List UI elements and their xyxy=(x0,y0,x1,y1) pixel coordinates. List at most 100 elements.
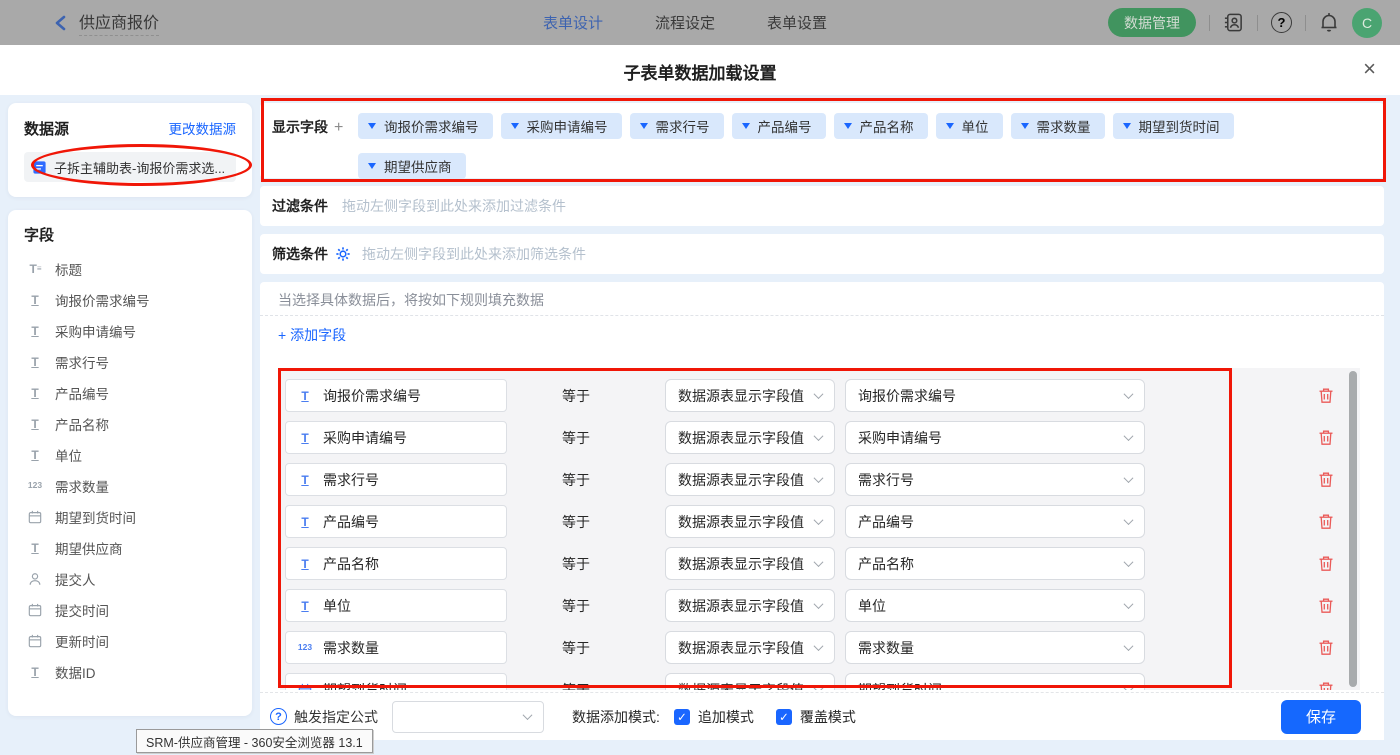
delete-row-icon[interactable] xyxy=(1318,513,1334,530)
rule-field-box[interactable]: 123 需求数量 xyxy=(285,631,507,664)
rule-field-box[interactable]: 期望到货时间 xyxy=(285,673,507,690)
display-field-chip[interactable]: 询报价需求编号 xyxy=(358,113,493,139)
form-doc-icon xyxy=(32,160,47,175)
rule-field-label: 单位 xyxy=(323,596,351,616)
display-field-chip[interactable]: 采购申请编号 xyxy=(501,113,622,139)
rule-source-select[interactable]: 数据源表显示字段值 xyxy=(665,589,835,622)
display-field-chip[interactable]: 期望供应商 xyxy=(358,153,466,179)
text-field-icon: T xyxy=(296,558,314,570)
delete-row-icon[interactable] xyxy=(1318,387,1334,404)
rule-field-box[interactable]: T 单位 xyxy=(285,589,507,622)
field-list-item[interactable]: T 单位 xyxy=(8,439,252,470)
chevron-down-icon xyxy=(523,710,533,720)
chevron-down-icon xyxy=(814,473,824,483)
delete-row-icon[interactable] xyxy=(1318,597,1334,614)
gear-icon[interactable] xyxy=(336,247,350,261)
rule-target-select[interactable]: 产品编号 xyxy=(845,505,1145,538)
rule-source-select[interactable]: 数据源表显示字段值 xyxy=(665,379,835,412)
delete-row-icon[interactable] xyxy=(1318,429,1334,446)
override-mode-label: 覆盖模式 xyxy=(800,707,856,727)
field-list-item[interactable]: T 产品名称 xyxy=(8,408,252,439)
close-icon[interactable]: × xyxy=(1363,55,1376,83)
rule-row: T 采购申请编号 等于 数据源表显示字段值 采购申请编号 xyxy=(285,421,1360,454)
field-list-item[interactable]: T 产品编号 xyxy=(8,377,252,408)
chevron-down-icon xyxy=(1124,641,1134,651)
rule-source-select[interactable]: 数据源表显示字段值 xyxy=(665,547,835,580)
rules-hint: 当选择具体数据后，将按如下规则填充数据 xyxy=(278,290,544,310)
rule-source-select[interactable]: 数据源表显示字段值 xyxy=(665,463,835,496)
field-list-item[interactable]: 期望到货时间 xyxy=(8,501,252,532)
filter-condition-panel[interactable]: 过滤条件 拖动左侧字段到此处来添加过滤条件 xyxy=(260,186,1384,226)
rule-field-box[interactable]: T 询报价需求编号 xyxy=(285,379,507,412)
rule-target-select[interactable]: 产品名称 xyxy=(845,547,1145,580)
notification-bell-icon[interactable] xyxy=(1319,12,1339,33)
field-list-item[interactable]: T 询报价需求编号 xyxy=(8,284,252,315)
rule-field-box[interactable]: T 产品名称 xyxy=(285,547,507,580)
rule-target-select[interactable]: 采购申请编号 xyxy=(845,421,1145,454)
display-field-chip[interactable]: 产品编号 xyxy=(732,113,826,139)
data-manage-button[interactable]: 数据管理 xyxy=(1108,8,1196,37)
add-field-link[interactable]: + 添加字段 xyxy=(278,325,346,345)
rule-target-select[interactable]: 需求行号 xyxy=(845,463,1145,496)
screen-condition-panel[interactable]: 筛选条件 拖动左侧字段到此处来添加筛选条件 xyxy=(260,234,1384,274)
display-field-chip[interactable]: 需求数量 xyxy=(1011,113,1105,139)
formula-label: 触发指定公式 xyxy=(294,707,378,727)
display-field-chip[interactable]: 单位 xyxy=(936,113,1003,139)
field-label: 更新时间 xyxy=(55,631,109,651)
tab-form-setting[interactable]: 表单设置 xyxy=(767,12,827,33)
delete-row-icon[interactable] xyxy=(1318,471,1334,488)
formula-help-icon[interactable]: ? xyxy=(270,708,287,725)
append-mode-checkbox[interactable]: ✓ xyxy=(674,709,690,725)
form-name[interactable]: 供应商报价 xyxy=(79,9,159,36)
display-field-chip[interactable]: 产品名称 xyxy=(834,113,928,139)
formula-select[interactable] xyxy=(392,701,544,733)
delete-row-icon[interactable] xyxy=(1318,555,1334,572)
address-book-icon[interactable] xyxy=(1223,12,1244,33)
rule-source-select[interactable]: 数据源表显示字段值 xyxy=(665,631,835,664)
rule-target-select[interactable]: 需求数量 xyxy=(845,631,1145,664)
rule-row: 123 需求数量 等于 数据源表显示字段值 需求数量 xyxy=(285,631,1360,664)
override-mode-checkbox[interactable]: ✓ xyxy=(776,709,792,725)
rule-source-select[interactable]: 数据源表显示字段值 xyxy=(665,505,835,538)
rule-field-label: 期望到货时间 xyxy=(323,680,407,691)
rule-target-select[interactable]: 期望到货时间 xyxy=(845,673,1145,690)
field-list-item[interactable]: T 需求行号 xyxy=(8,346,252,377)
caret-down-icon xyxy=(368,163,376,169)
scrollbar-thumb[interactable] xyxy=(1349,371,1357,687)
display-field-chip[interactable]: 期望到货时间 xyxy=(1113,113,1234,139)
field-label: 期望供应商 xyxy=(55,538,123,558)
help-icon[interactable]: ? xyxy=(1271,12,1292,33)
add-display-field-icon[interactable]: + xyxy=(334,119,343,136)
number-field-icon: 123 xyxy=(296,643,314,652)
field-list-item[interactable]: 提交人 xyxy=(8,563,252,594)
rule-source-select[interactable]: 数据源表显示字段值 xyxy=(665,421,835,454)
rule-field-box[interactable]: T 采购申请编号 xyxy=(285,421,507,454)
field-list-item[interactable]: T 采购申请编号 xyxy=(8,315,252,346)
rule-field-box[interactable]: T 产品编号 xyxy=(285,505,507,538)
field-label: 提交人 xyxy=(55,569,96,589)
delete-row-icon[interactable] xyxy=(1318,681,1334,690)
field-list-item[interactable]: 更新时间 xyxy=(8,625,252,656)
rule-field-box[interactable]: T 需求行号 xyxy=(285,463,507,496)
save-button[interactable]: 保存 xyxy=(1281,700,1361,734)
rule-source-select[interactable]: 数据源表显示字段值 xyxy=(665,673,835,690)
rule-target-select[interactable]: 单位 xyxy=(845,589,1145,622)
rule-target-select[interactable]: 询报价需求编号 xyxy=(845,379,1145,412)
field-list-item[interactable]: T 数据ID xyxy=(8,656,252,687)
tab-form-design[interactable]: 表单设计 xyxy=(543,12,603,33)
datasource-selected-item[interactable]: 子拆主辅助表-询报价需求选... xyxy=(24,152,236,182)
avatar[interactable]: C xyxy=(1352,8,1382,38)
rule-row: T 单位 等于 数据源表显示字段值 单位 xyxy=(285,589,1360,622)
field-list-item[interactable]: T 期望供应商 xyxy=(8,532,252,563)
field-list-item[interactable]: T≡ 标题 xyxy=(8,253,252,284)
text-field-icon: T xyxy=(25,356,45,368)
display-field-chip[interactable]: 需求行号 xyxy=(630,113,724,139)
field-list-item[interactable]: 提交时间 xyxy=(8,594,252,625)
change-datasource-link[interactable]: 更改数据源 xyxy=(169,118,237,138)
back-icon[interactable] xyxy=(54,15,68,31)
rule-field-label: 需求数量 xyxy=(323,638,379,658)
delete-row-icon[interactable] xyxy=(1318,639,1334,656)
tab-flow-setting[interactable]: 流程设定 xyxy=(655,12,715,33)
field-list-item[interactable]: 123 需求数量 xyxy=(8,470,252,501)
text-field-icon: T xyxy=(296,474,314,486)
